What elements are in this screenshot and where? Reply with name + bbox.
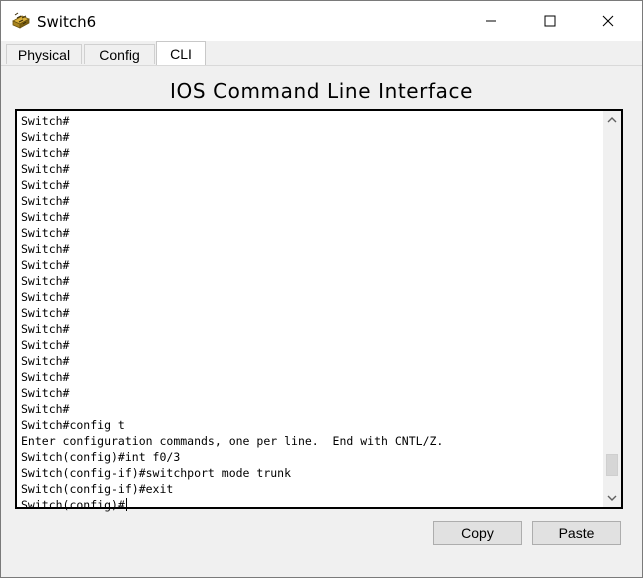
terminal-line: Switch(config)#int f0/3 [21,450,181,464]
terminal-output[interactable]: Switch# Switch# Switch# Switch# Switch# Switc… [21,113,599,513]
terminal-line: Switch# [21,258,70,272]
cli-panel: IOS Command Line Interface Switch# Switch… [1,66,642,577]
minimize-button[interactable] [468,1,514,41]
terminal-line: Switch# [21,354,70,368]
terminal-line: Switch# [21,242,70,256]
application-window: Switch6 Physical Config CLI IOS Command … [0,0,643,578]
terminal-line: Switch#config t [21,418,125,432]
terminal-line: Switch# [21,178,70,192]
tab-bar: Physical Config CLI [1,41,642,66]
terminal-line: Switch# [21,370,70,384]
terminal-line: Switch# [21,274,70,288]
terminal-line: Switch# [21,290,70,304]
close-button[interactable] [585,1,631,41]
maximize-button[interactable] [527,1,573,41]
tab-cli[interactable]: CLI [156,41,206,66]
tab-physical[interactable]: Physical [6,44,82,64]
copy-button[interactable]: Copy [433,521,522,545]
scroll-down-button[interactable] [603,490,621,507]
terminal-line: Switch# [21,386,70,400]
terminal-line: Switch# [21,130,70,144]
scroll-thumb[interactable] [606,454,618,477]
terminal-line: Switch# [21,194,70,208]
terminal-line: Switch# [21,402,70,416]
terminal-line: Switch(config-if)#switchport mode trunk [21,466,292,480]
terminal-line: Switch# [21,162,70,176]
text-cursor [125,498,127,511]
close-icon [602,15,614,27]
terminal-line: Switch(config-if)#exit [21,482,174,496]
terminal-line: Switch(config)# [21,498,127,512]
paste-button[interactable]: Paste [532,521,621,545]
terminal-line: Switch# [21,146,70,160]
window-title: Switch6 [37,13,97,31]
title-bar[interactable]: Switch6 [1,1,642,41]
maximize-icon [544,15,556,27]
scroll-up-button[interactable] [603,111,621,128]
terminal-line: Switch# [21,226,70,240]
cli-terminal[interactable]: Switch# Switch# Switch# Switch# Switch# Switc… [15,109,623,512]
terminal-line: Switch# [21,114,70,128]
chevron-down-icon [607,495,617,501]
terminal-line: Switch# [21,306,70,320]
terminal-line: Switch# [21,322,70,336]
terminal-line: Enter configuration commands, one per li… [21,434,444,448]
terminal-line: Switch# [21,210,70,224]
terminal-scrollbar[interactable] [603,111,621,507]
switch-device-icon [11,12,31,32]
terminal-line: Switch# [21,338,70,352]
tab-config[interactable]: Config [84,44,155,64]
page-title: IOS Command Line Interface [169,79,474,103]
minimize-icon [486,20,496,22]
chevron-up-icon [607,117,617,123]
